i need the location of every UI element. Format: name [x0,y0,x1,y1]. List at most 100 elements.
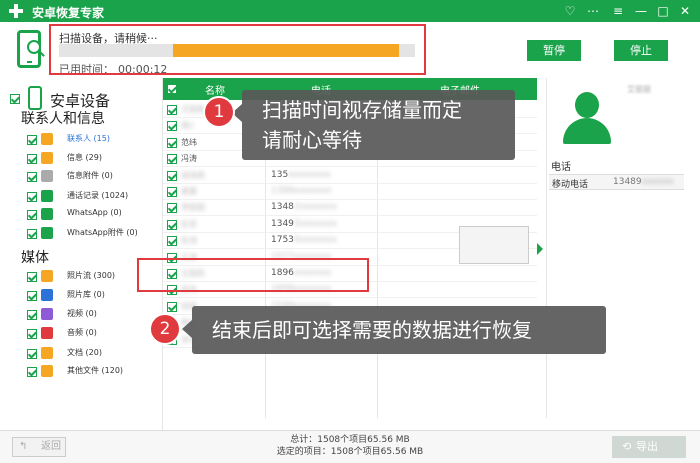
contact-detail-panel: 艾丽丽 电话 移动电话 13489xxxxxx [546,78,700,418]
row-checkbox[interactable] [167,137,177,148]
photo-stream-icon [41,270,53,282]
table-row[interactable]: 黄蕾 1399xxxxxxx [163,184,537,200]
row-highlight-box [137,258,369,292]
category-checkbox[interactable] [27,310,37,320]
row-checkbox[interactable] [167,187,177,197]
row-phone: 17534xxxxxxx [271,235,337,246]
row-name: 范纬 [181,137,197,147]
contact-icon [41,133,53,145]
row-checkbox[interactable] [167,301,177,312]
row-checkbox[interactable] [167,121,177,132]
callout-2-pointer [182,320,192,338]
row-checkbox[interactable] [167,219,177,230]
row-checkbox[interactable] [167,170,177,181]
android-device-icon [28,86,42,110]
callout-1-badge: 1 [203,96,235,128]
row-name: 艾丽丽 [181,105,205,114]
detail-contact-name: 艾丽丽 [627,85,651,94]
detail-phone-heading: 电话 [551,162,571,173]
whatsapp-icon [41,208,53,220]
category-sidebar: 安卓设备 联系人和信息 媒体 联系人 (15) 信息 (29) 信息附件 (0) 通话… [0,78,163,430]
export-button[interactable]: ⟲ 导出 [612,436,686,458]
back-button-label: 返回 [41,441,61,452]
detail-phone-row: 移动电话 13489xxxxxx [549,174,684,190]
category-checkbox[interactable] [27,172,37,182]
category-label: 联系人 (15) [67,134,110,143]
column-name[interactable]: 名称 [205,82,225,97]
category-checkbox[interactable] [27,349,37,359]
select-all-checkbox[interactable] [167,84,177,94]
callout-2-badge: 2 [149,313,181,345]
row-name: 路2 [181,121,195,131]
magnifier-icon [27,40,41,54]
footer-stats: 总计：1508个项目65.56 MB 选定的项目：1508个项目65.56 MB [240,434,460,458]
category-label: WhatsApp附件 (0) [67,228,138,237]
category-checkbox[interactable] [27,367,37,377]
row-phone: 1399xxxxxxx [271,186,332,196]
total-items: 总计：1508个项目65.56 MB [290,435,410,445]
close-icon[interactable]: ✕ [677,3,693,19]
call-log-icon [41,190,53,202]
row-checkbox[interactable] [167,154,177,165]
category-checkbox[interactable] [27,291,37,301]
footer-bar: ↰ 返回 总计：1508个项目65.56 MB 选定的项目：1508个项目65.… [0,430,700,463]
menu-icon[interactable]: ≡ [610,3,626,19]
row-checkbox[interactable] [167,105,177,115]
attachment-icon [41,170,53,182]
table-row[interactable]: 胡海燕 135xxxxxxxx [163,168,537,184]
favorite-icon[interactable]: ♡ [562,3,578,19]
callout-2-line1: 结束后即可选择需要的数据进行恢复 [212,318,532,342]
category-label: 其他文件 (120) [67,366,124,375]
feedback-icon[interactable]: ⋯ [585,3,601,19]
expand-arrow-icon[interactable] [537,243,543,255]
back-button[interactable]: ↰ 返回 [12,437,66,457]
back-arrow-icon: ↰ [19,441,28,452]
category-checkbox[interactable] [27,272,37,282]
app-logo-icon [8,3,24,19]
callout-1-line2: 请耐心等待 [262,128,362,152]
export-button-label: 导出 [636,440,658,453]
device-checkbox[interactable] [10,94,20,104]
category-label: 视频 (0) [67,309,97,318]
pause-button[interactable]: 暂停 [527,40,581,61]
category-label: 音频 (0) [67,328,97,337]
category-checkbox[interactable] [27,329,37,339]
category-checkbox[interactable] [27,210,37,220]
minimize-icon[interactable]: — [633,3,649,19]
category-checkbox[interactable] [27,229,37,239]
row-phone: 13495xxxxxxx [271,218,337,229]
category-checkbox[interactable] [27,135,37,145]
title-bar: 安卓恢复专家 ♡ ⋯ ≡ — □ ✕ [0,0,700,22]
section-media: 媒体 [21,250,49,266]
video-icon [41,308,53,320]
progress-highlight-box [49,24,426,75]
message-icon [41,152,53,164]
row-name: 黄蕾 [181,187,197,196]
category-label: WhatsApp (0) [67,208,122,217]
row-name: 胡海燕 [181,170,205,180]
category-label: 文档 (20) [67,348,102,357]
section-contacts-messages: 联系人和信息 [21,111,105,127]
row-name: 彭涛 [181,236,197,246]
export-icon: ⟲ [622,440,632,453]
table-row[interactable]: 李丽丽 13482xxxxxxx [163,200,537,217]
detail-phone-type: 移动电话 [552,180,589,190]
tooltip-popup [459,226,529,264]
callout-2: 结束后即可选择需要的数据进行恢复 [192,306,606,354]
whatsapp-attachment-icon [41,227,53,239]
maximize-icon[interactable]: □ [655,3,671,19]
callout-1-line1: 扫描时间视存储量而定 [262,98,462,122]
stop-button[interactable]: 停止 [614,40,668,61]
callout-1: 扫描时间视存储量而定 请耐心等待 [242,90,515,160]
category-checkbox[interactable] [27,154,37,164]
row-phone: 135xxxxxxxx [271,169,331,180]
category-label: 信息 (29) [67,153,102,162]
row-name: 冯涛 [181,154,197,164]
row-checkbox[interactable] [167,236,177,247]
avatar [561,88,613,146]
category-checkbox[interactable] [27,192,37,202]
photo-library-icon [41,289,53,301]
row-name: 李丽丽 [181,203,205,213]
app-title: 安卓恢复专家 [32,6,105,20]
row-checkbox[interactable] [167,203,177,214]
